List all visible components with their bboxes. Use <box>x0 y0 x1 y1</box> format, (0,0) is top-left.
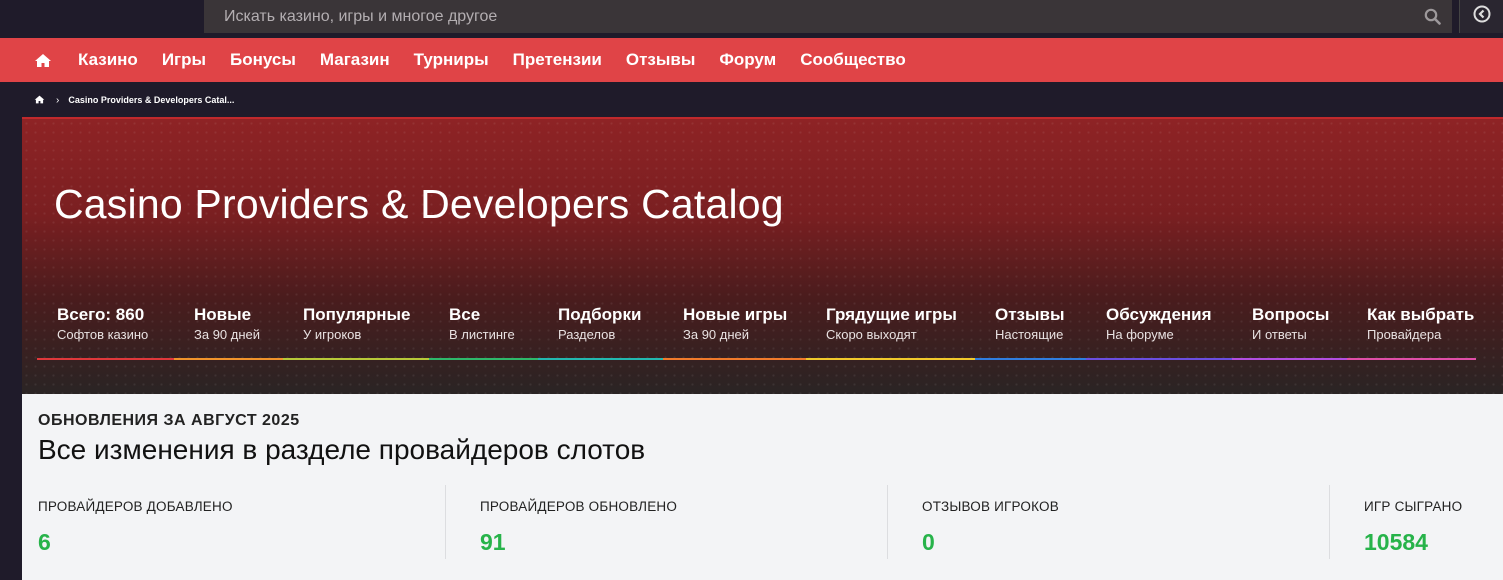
home-icon[interactable] <box>34 53 52 68</box>
stat-questions[interactable]: Вопросы И ответы <box>1232 304 1347 360</box>
stat-underline <box>1086 358 1232 360</box>
stat-subtitle: Провайдера <box>1367 327 1442 342</box>
main-nav: Казино Игры Бонусы Магазин Турниры Прете… <box>0 38 1503 82</box>
stat-title: Обсуждения <box>1106 305 1212 324</box>
counter-value: 10584 <box>1364 529 1428 555</box>
hero-stats: Всего: 860 Софтов казино Новые За 90 дне… <box>37 304 1476 360</box>
stat-subtitle: Скоро выходят <box>826 327 917 342</box>
stat-title: Грядущие игры <box>826 305 957 324</box>
nav-item-bonuses[interactable]: Бонусы <box>230 50 296 70</box>
updates-section: ОБНОВЛЕНИЯ ЗА АВГУСТ 2025 Все изменения … <box>22 394 1503 580</box>
nav-item-tournaments[interactable]: Турниры <box>414 50 489 70</box>
stat-all[interactable]: Все В листинге <box>429 304 538 360</box>
stat-underline <box>806 358 975 360</box>
stat-title: Вопросы <box>1252 305 1330 324</box>
stat-subtitle: Разделов <box>558 327 616 342</box>
stat-subtitle: В листинге <box>449 327 515 342</box>
nav-item-casino[interactable]: Казино <box>78 50 138 70</box>
hero-banner: Casino Providers & Developers Catalog Вс… <box>22 117 1503 394</box>
nav-item-reviews[interactable]: Отзывы <box>626 50 696 70</box>
stat-underline <box>663 358 806 360</box>
counter-providers-updated: ПРОВАЙДЕРОВ ОБНОВЛЕНО 91 <box>480 485 888 559</box>
stat-upcoming-games[interactable]: Грядущие игры Скоро выходят <box>806 304 975 360</box>
counter-value: 0 <box>922 529 935 555</box>
stat-subtitle: За 90 дней <box>683 327 750 342</box>
stat-underline <box>283 358 429 360</box>
counter-label: ПРОВАЙДЕРОВ ОБНОВЛЕНО <box>480 499 678 514</box>
nav-item-shop[interactable]: Магазин <box>320 50 390 70</box>
nav-item-complaints[interactable]: Претензии <box>513 50 602 70</box>
stat-subtitle: И ответы <box>1252 327 1307 342</box>
counter-providers-added: ПРОВАЙДЕРОВ ДОБАВЛЕНО 6 <box>38 485 446 559</box>
stat-total[interactable]: Всего: 860 Софтов казино <box>37 304 174 360</box>
stat-reviews[interactable]: Отзывы Настоящие <box>975 304 1086 360</box>
stat-how-to-choose[interactable]: Как выбрать Провайдера <box>1347 304 1476 360</box>
updates-title: Все изменения в разделе провайдеров слот… <box>38 434 646 465</box>
nav-item-community[interactable]: Сообщество <box>800 50 906 70</box>
page-title: Casino Providers & Developers Catalog <box>54 181 784 227</box>
stat-subtitle: У игроков <box>303 327 362 342</box>
stat-subtitle: На форуме <box>1106 327 1174 342</box>
search-input[interactable] <box>204 0 1412 33</box>
stat-title: Всего: 860 <box>57 305 145 324</box>
stat-title: Все <box>449 305 481 324</box>
stat-popular[interactable]: Популярные У игроков <box>283 304 429 360</box>
counter-value: 91 <box>480 529 506 555</box>
stat-underline <box>975 358 1086 360</box>
stat-subtitle: Настоящие <box>995 327 1064 342</box>
counter-player-reviews: ОТЗЫВОВ ИГРОКОВ 0 <box>922 485 1330 559</box>
stat-new-games[interactable]: Новые игры За 90 дней <box>663 304 806 360</box>
stat-underline <box>429 358 538 360</box>
breadcrumb-current: Casino Providers & Developers Catal... <box>68 95 235 105</box>
stat-title: Подборки <box>558 305 642 324</box>
user-icon <box>1473 5 1491 28</box>
nav-item-forum[interactable]: Форум <box>719 50 776 70</box>
stat-title: Отзывы <box>995 305 1065 324</box>
top-bar <box>0 0 1503 38</box>
stat-underline <box>1232 358 1347 360</box>
breadcrumb: › Casino Providers & Developers Catal... <box>22 82 1503 118</box>
counter-label: ИГР СЫГРАНО <box>1364 499 1463 514</box>
search-icon[interactable] <box>1412 0 1452 33</box>
counter-games-played: ИГР СЫГРАНО 10584 <box>1364 485 1494 559</box>
stat-underline <box>538 358 663 360</box>
stat-title: Новые <box>194 305 252 324</box>
stat-underline <box>37 358 174 360</box>
logo-area <box>0 0 192 38</box>
stat-subtitle: За 90 дней <box>194 327 261 342</box>
updates-kicker: ОБНОВЛЕНИЯ ЗА АВГУСТ 2025 <box>38 412 300 429</box>
counter-label: ОТЗЫВОВ ИГРОКОВ <box>922 499 1059 514</box>
stat-title: Новые игры <box>683 305 788 324</box>
counter-value: 6 <box>38 529 51 555</box>
stat-title: Популярные <box>303 305 411 324</box>
user-menu-button[interactable] <box>1459 0 1503 33</box>
breadcrumb-home-icon[interactable] <box>34 91 45 109</box>
stat-subtitle: Софтов казино <box>57 327 149 342</box>
nav-item-games[interactable]: Игры <box>162 50 206 70</box>
stat-title: Как выбрать <box>1367 305 1475 324</box>
stat-new[interactable]: Новые За 90 дней <box>174 304 283 360</box>
stat-collections[interactable]: Подборки Разделов <box>538 304 663 360</box>
search-bar <box>204 0 1452 33</box>
chevron-right-icon: › <box>56 94 60 106</box>
stat-underline <box>174 358 283 360</box>
stat-underline <box>1347 358 1476 360</box>
stat-discussions[interactable]: Обсуждения На форуме <box>1086 304 1232 360</box>
counter-label: ПРОВАЙДЕРОВ ДОБАВЛЕНО <box>38 499 233 514</box>
